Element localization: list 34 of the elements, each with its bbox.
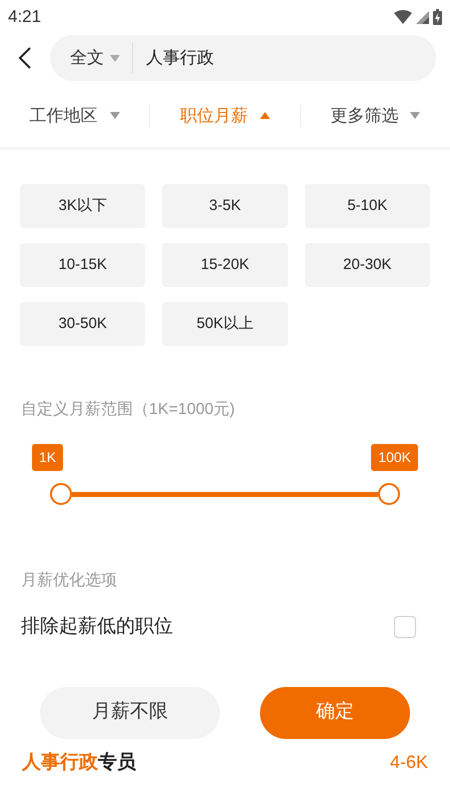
salary-option[interactable]: 15-20K [162,243,288,287]
salary-option[interactable]: 30-50K [20,302,146,346]
job-title: 人事行政专员 [22,750,136,774]
battery-icon [433,9,442,25]
reset-button[interactable]: 月薪不限 [40,686,220,738]
slider-value-label: 100K [371,444,418,471]
filter-tab[interactable]: 工作地区 [0,104,150,128]
slider-thumb[interactable] [378,483,400,505]
salary-option[interactable]: 50K以上 [162,302,288,346]
wifi-icon [394,10,412,24]
caret-icon [410,112,420,119]
status-time: 4:21 [8,6,42,28]
search-query: 人事行政 [146,47,214,70]
range-title: 自定义月薪范围（1K=1000元) [21,400,236,420]
salary-option[interactable]: 20-30K [304,243,430,287]
salary-option[interactable]: 5-10K [304,184,430,228]
scope-dropdown[interactable]: 全文 [70,43,133,73]
filter-tab[interactable]: 更多筛选 [300,104,450,128]
signal-icon [416,10,429,24]
back-icon [18,46,32,70]
slider-track[interactable] [72,492,378,496]
salary-option[interactable]: 3K以下 [20,184,146,228]
slider-value-label: 1K [32,444,64,471]
option-label: 排除起薪低的职位 [21,615,173,639]
salary-option[interactable]: 10-15K [20,243,146,287]
job-salary: 4-6K [390,751,428,774]
section-title: 月薪优化选项 [21,570,118,591]
search-field[interactable]: 全文 人事行政 [50,35,436,81]
slider-thumb[interactable] [50,483,72,505]
checkbox[interactable] [394,616,416,638]
caret-icon [110,112,120,119]
salary-option[interactable]: 3-5K [162,184,288,228]
caret-icon [260,112,270,119]
caret-icon [110,54,120,62]
